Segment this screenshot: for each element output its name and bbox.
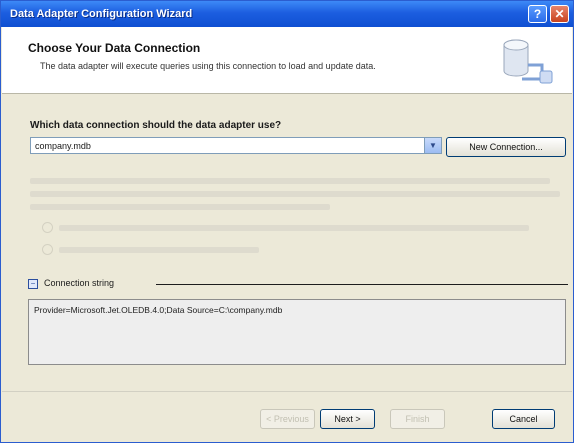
cancel-button[interactable]: Cancel bbox=[492, 409, 555, 429]
title-bar[interactable]: Data Adapter Configuration Wizard ? ✕ bbox=[1, 1, 573, 27]
divider bbox=[156, 284, 568, 285]
connection-string-label: Connection string bbox=[44, 278, 115, 288]
wizard-content: Which data connection should the data ad… bbox=[2, 94, 572, 442]
next-button[interactable]: Next > bbox=[320, 409, 375, 429]
disabled-option-2 bbox=[42, 244, 259, 256]
footer-divider bbox=[2, 391, 572, 392]
connection-dropdown[interactable]: company.mdb ▼ bbox=[30, 137, 442, 154]
connection-string-text: Provider=Microsoft.Jet.OLEDB.4.0;Data So… bbox=[34, 305, 283, 315]
connection-question: Which data connection should the data ad… bbox=[30, 120, 282, 131]
radio-icon bbox=[42, 222, 53, 234]
connection-dropdown-value: company.mdb bbox=[35, 141, 91, 151]
help-button[interactable]: ? bbox=[528, 5, 547, 23]
connection-string-box[interactable]: Provider=Microsoft.Jet.OLEDB.4.0;Data So… bbox=[28, 299, 566, 365]
close-button[interactable]: ✕ bbox=[550, 5, 569, 23]
wizard-header: Choose Your Data Connection The data ada… bbox=[2, 27, 572, 94]
new-connection-button[interactable]: New Connection... bbox=[446, 137, 566, 157]
disabled-info-text bbox=[30, 178, 560, 217]
page-title: Choose Your Data Connection bbox=[28, 41, 201, 55]
database-icon bbox=[503, 39, 553, 84]
finish-button[interactable]: Finish bbox=[390, 409, 445, 429]
window-title: Data Adapter Configuration Wizard bbox=[10, 8, 193, 20]
wizard-window: Data Adapter Configuration Wizard ? ✕ Ch… bbox=[0, 0, 574, 443]
previous-button[interactable]: < Previous bbox=[260, 409, 315, 429]
page-subtitle: The data adapter will execute queries us… bbox=[40, 61, 376, 71]
disabled-option-1 bbox=[42, 222, 529, 234]
chevron-down-icon[interactable]: ▼ bbox=[424, 138, 441, 153]
connection-string-expander[interactable]: − Connection string bbox=[28, 278, 568, 292]
expander-icon[interactable]: − bbox=[28, 279, 38, 289]
radio-icon bbox=[42, 244, 53, 256]
